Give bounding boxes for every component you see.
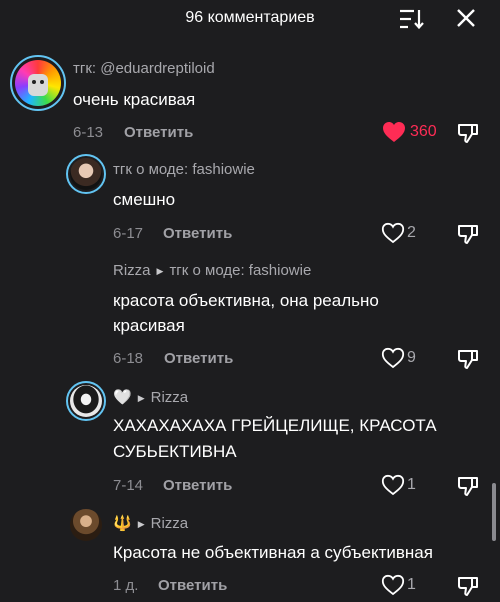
comment-text-line: СУБЬЕКТИВНА [113, 442, 237, 461]
reply-to-author[interactable]: Rizza [151, 515, 189, 532]
dislike-icon[interactable] [456, 121, 480, 145]
like-count: 1 [407, 476, 416, 493]
dislike-icon[interactable] [456, 222, 480, 246]
like-count: 360 [410, 123, 437, 140]
comment-date: 6-17 [113, 225, 144, 242]
comments-count-title: 96 комментариев [185, 9, 315, 26]
comment-date: 7-14 [113, 477, 144, 494]
comment-author[interactable]: тгк о моде: fashiowie [113, 161, 255, 178]
comment-text-line: красота объективна, она реально [113, 291, 379, 310]
close-icon[interactable] [455, 7, 477, 29]
comment-date: 1 д. [113, 577, 139, 594]
sort-descending-icon[interactable] [399, 8, 425, 30]
like-count: 9 [407, 349, 416, 366]
heart-outline-icon[interactable] [381, 222, 405, 244]
avatar[interactable] [66, 154, 106, 194]
heart-outline-icon[interactable] [381, 347, 405, 369]
comment-text: очень красивая [73, 90, 196, 109]
reply-button[interactable]: Ответить [158, 577, 227, 594]
comment-author[interactable]: 🔱 [113, 515, 132, 532]
comment-author[interactable]: тгк: @eduardreptiloid [73, 60, 215, 77]
comment-text-line: красивая [113, 316, 185, 335]
reply-arrow-icon: ▶ [137, 518, 145, 529]
reply-arrow-icon: ▶ [137, 392, 145, 403]
avatar[interactable] [66, 381, 106, 421]
heart-outline-icon[interactable] [381, 574, 405, 596]
comment-author-line: 🤍 ▶ Rizza [113, 388, 188, 406]
avatar-image [70, 385, 102, 417]
like-count: 1 [407, 576, 416, 593]
reply-arrow-icon: ▶ [156, 265, 164, 276]
reply-to-author[interactable]: тгк о моде: fashiowie [169, 262, 311, 279]
avatar[interactable] [10, 55, 66, 111]
dislike-icon[interactable] [456, 574, 480, 598]
comment-date: 6-18 [113, 350, 144, 367]
comment-author-line: Rizza ▶ тгк о моде: fashiowie [113, 262, 311, 279]
reply-button[interactable]: Ответить [124, 124, 193, 141]
comment-author[interactable]: Rizza [113, 262, 151, 279]
avatar-image [15, 60, 61, 106]
heart-outline-icon[interactable] [381, 474, 405, 496]
comment-text-line: ХАХАХАХАХА ГРЕЙЦЕЛИЩЕ, КРАСОТА [113, 416, 437, 435]
comment-date: 6-13 [73, 124, 104, 141]
reply-button[interactable]: Ответить [163, 477, 232, 494]
reply-button[interactable]: Ответить [163, 225, 232, 242]
comment-text: смешно [113, 190, 176, 209]
heart-filled-icon[interactable] [382, 121, 406, 143]
scrollbar[interactable] [492, 483, 496, 541]
reply-button[interactable]: Ответить [164, 350, 233, 367]
dislike-icon[interactable] [456, 474, 480, 498]
reply-to-author[interactable]: Rizza [151, 389, 189, 406]
comment-text: Красота не объективная а субъективная [113, 543, 433, 562]
comment-author-line: 🔱 ▶ Rizza [113, 514, 188, 532]
dislike-icon[interactable] [456, 347, 480, 371]
avatar[interactable] [70, 509, 102, 541]
like-count: 2 [407, 224, 416, 241]
avatar-image [70, 158, 102, 190]
comment-author[interactable]: 🤍 [113, 389, 132, 406]
